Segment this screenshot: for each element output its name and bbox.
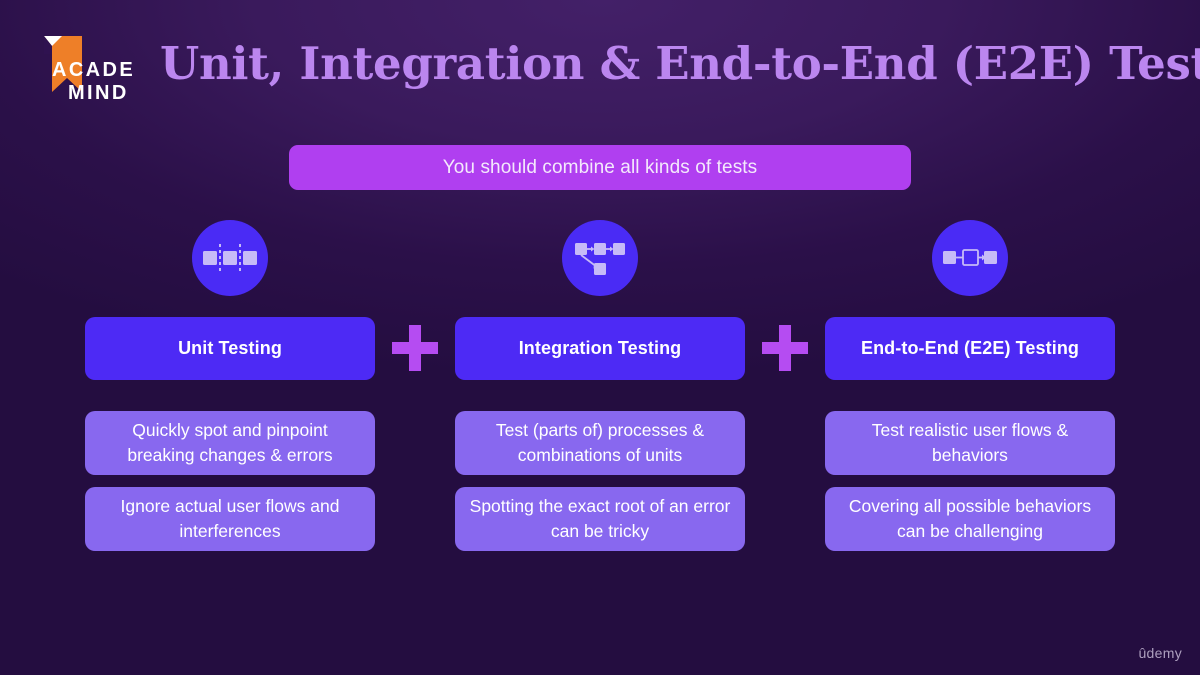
- header-label: End-to-End (E2E) Testing: [860, 338, 1080, 358]
- header-label: Integration Testing: [518, 338, 682, 358]
- column-e2e-testing: End-to-End (E2E) Testing Test realistic …: [825, 220, 1115, 551]
- unit-test-icon-badge: [192, 220, 268, 296]
- column-unit-testing: Unit Testing Quickly spot and pinpoint b…: [85, 220, 375, 551]
- card-unit-pro: Quickly spot and pinpoint breaking chang…: [85, 411, 375, 475]
- e2e-test-icon-badge: [932, 220, 1008, 296]
- card-e2e-pro: Test realistic user flows & behaviors: [825, 411, 1115, 475]
- card-text: Test realistic user flows & behaviors: [871, 420, 1069, 465]
- card-text: Test (parts of) processes & combinations…: [495, 420, 705, 465]
- column-integration-testing: Integration Testing Test (parts of) proc…: [455, 220, 745, 551]
- card-text: Quickly spot and pinpoint breaking chang…: [127, 420, 333, 465]
- page-title: Unit, Integration & End-to-End (E2E) Tes…: [160, 37, 1200, 90]
- card-e2e-con: Covering all possible behaviors can be c…: [825, 487, 1115, 551]
- integration-test-icon: [575, 243, 625, 275]
- udemy-watermark: ûdemy: [1138, 645, 1182, 661]
- card-integration-pro: Test (parts of) processes & combinations…: [455, 411, 745, 475]
- header-integration-testing: Integration Testing: [455, 317, 745, 380]
- integration-test-icon-badge: [562, 220, 638, 296]
- svg-text:MIND: MIND: [68, 82, 129, 104]
- header-unit-testing: Unit Testing: [85, 317, 375, 380]
- card-text: Covering all possible behaviors can be c…: [848, 496, 1092, 541]
- card-integration-con: Spotting the exact root of an error can …: [455, 487, 745, 551]
- academind-logo: ACADE MIND: [22, 24, 162, 104]
- plus-bar-vertical: [779, 325, 791, 371]
- plus-bar-vertical: [409, 325, 421, 371]
- unit-test-icon: [203, 244, 257, 272]
- plus-operator-2: [762, 325, 808, 371]
- banner-label: You should combine all kinds of tests: [442, 156, 758, 178]
- e2e-test-icon: [943, 249, 997, 266]
- card-text: Spotting the exact root of an error can …: [469, 496, 731, 541]
- combine-tests-banner: You should combine all kinds of tests: [289, 145, 911, 190]
- card-text: Ignore actual user flows and interferenc…: [120, 496, 340, 541]
- card-unit-con: Ignore actual user flows and interferenc…: [85, 487, 375, 551]
- header-label: Unit Testing: [178, 338, 282, 358]
- slide-root: ACADE MIND Unit, Integration & End-to-En…: [0, 0, 1200, 675]
- plus-operator-1: [392, 325, 438, 371]
- header-e2e-testing: End-to-End (E2E) Testing: [825, 317, 1115, 380]
- svg-text:ACADE: ACADE: [52, 59, 135, 81]
